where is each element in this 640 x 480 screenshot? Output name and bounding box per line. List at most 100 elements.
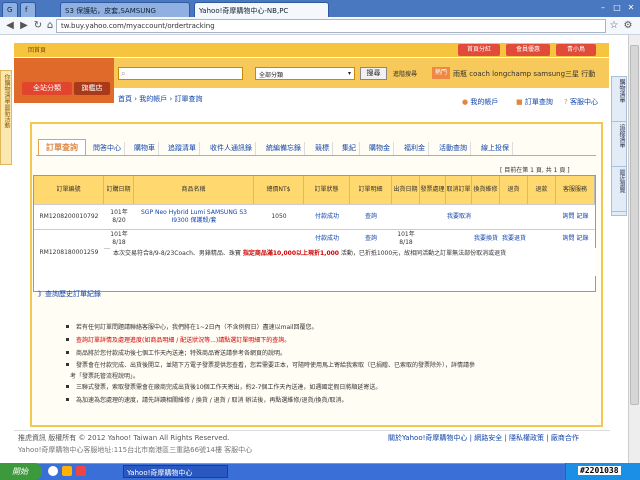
tab-label: S3 保護貼，皮套,SAMSUNG [65, 7, 156, 15]
row2-status[interactable]: 付款成功 [304, 230, 350, 248]
search-input[interactable]: ⌕ [118, 67, 243, 80]
hot-keywords[interactable]: 雨瓶 coach longchamp samsung三星 行動 [453, 69, 608, 79]
tab-order-query[interactable]: 訂單查詢 [38, 139, 86, 156]
chrome-icon[interactable] [48, 466, 58, 476]
taskbar [0, 463, 640, 480]
order-query-link[interactable]: ■ 訂單查詢 [516, 97, 553, 107]
right-side-panel: 購物清單 追蹤清單 最近瀏覽 [611, 76, 627, 216]
row2-exchange-link[interactable]: 我要換貨 [472, 230, 500, 248]
col-order-date: 訂購日期 [104, 176, 134, 204]
side-recent[interactable]: 最近瀏覽 [612, 167, 626, 212]
advanced-search-link[interactable]: 進階搜尋 [393, 69, 417, 78]
close-icon[interactable]: ✕ [624, 2, 638, 13]
row1-total: 1050 [271, 213, 287, 220]
maximize-icon[interactable]: □ [610, 2, 624, 13]
tab-label: f [25, 6, 28, 14]
col-total: 總價NT$ [254, 176, 304, 204]
order-query-label: 訂單查詢 [524, 98, 553, 106]
bonus-button[interactable]: 首頁分紅 [458, 44, 500, 56]
row2-service-links[interactable]: 詢問 記錄 [556, 230, 595, 248]
tab-welfare[interactable]: 福利金 [401, 142, 429, 155]
tab-s3-case[interactable]: S3 保護貼，皮套,SAMSUNG [60, 2, 190, 17]
bullet [66, 325, 69, 328]
row1-date: 101年8/20 [110, 209, 128, 224]
bullet [66, 398, 69, 401]
scrollbar-thumb[interactable] [630, 45, 639, 405]
row1-service-links[interactable]: 詢問 記錄 [556, 206, 595, 228]
tab-shopping-credit[interactable]: 購物金 [366, 142, 394, 155]
watermark: #2201038 [578, 466, 621, 475]
row1-product-link[interactable]: SGP Neo Hybrid Lumi SAMSUNG S3 I9300 保護殼… [134, 206, 254, 228]
tab-cart[interactable]: 購物車 [131, 142, 159, 155]
footer-divider [14, 430, 610, 431]
promo-suffix: ，故相同活動之訂單無法部份取消或退貨 [398, 250, 507, 257]
breadcrumb[interactable]: 首頁 › 我的帳戶 › 訂單查詢 [118, 94, 203, 104]
category-select[interactable]: 全部分類 ▾ [255, 67, 355, 80]
col-status: 訂單狀態 [304, 176, 350, 204]
flagship-button[interactable]: 旗艦店 [74, 82, 110, 95]
back-icon[interactable]: ◀ [4, 20, 16, 32]
home-icon[interactable]: ⌂ [44, 20, 56, 32]
note-4-cont[interactable]: 考「發票託管流程說明」。 [70, 371, 590, 380]
row2-order-no: RM1208180001259 [39, 249, 99, 256]
col-product: 商品名稱 [134, 176, 254, 204]
history-orders-link[interactable]: 》查詢歷史訂單紀錄 [38, 289, 101, 299]
tab-bid[interactable]: 競標 [312, 142, 333, 155]
tab-qa[interactable]: 問答中心 [90, 142, 125, 155]
promo-note: 本次交易符合8/9-8/23Coach、男錶精品、珠寶 指定商品滿10,000以… [110, 248, 596, 276]
bullet [66, 338, 69, 341]
bullet [66, 385, 69, 388]
row2-detail-link[interactable]: 查詢 [350, 230, 392, 248]
forward-icon[interactable]: ▶ [18, 20, 30, 32]
bluebird-button[interactable]: 青小鳥 [556, 44, 596, 56]
row2-return-link[interactable]: 我要退貨 [500, 230, 528, 248]
row1-status[interactable]: 付款成功 [304, 206, 350, 228]
tab-collect[interactable]: 集紀 [339, 142, 360, 155]
col-return: 退貨 [500, 176, 528, 204]
tab-facebook[interactable]: f [20, 2, 36, 17]
footer-links[interactable]: 關於Yahoo!奇摩購物中心 | 網路安全 | 隱私權政策 | 廠商合作 [388, 433, 579, 443]
row1-cancel-link[interactable]: 我要取消 [446, 206, 472, 228]
reload-icon[interactable]: ↻ [32, 20, 44, 32]
search-button[interactable]: 搜尋 [360, 67, 387, 80]
left-promo-panel[interactable]: 你購物清單最新活動 [0, 70, 12, 165]
side-track-list[interactable]: 追蹤清單 [612, 122, 626, 167]
bullet [66, 363, 69, 366]
taskbar-app-yahoo[interactable]: Yahoo!奇摩購物中心 [123, 465, 228, 478]
note-5: 三聯式發票，索取發票需會在廠商完成出貨後10個工作天寄出，約2-7個工作天內送達… [76, 384, 382, 391]
tab-tax-memo[interactable]: 統編備忘錄 [263, 142, 305, 155]
tab-tracking[interactable]: 追蹤清單 [165, 142, 200, 155]
promo-highlight: 指定商品滿10,000以上現折1,000 [242, 250, 339, 257]
minimize-icon[interactable]: – [596, 2, 610, 13]
tab-underline [36, 155, 596, 156]
note-6: 為加速為您處理的速度，請先詳讀相關維修 / 換貨 / 退貨 / 取消 辦法後，再… [76, 397, 348, 404]
tab-gmail[interactable]: G [2, 2, 18, 17]
tab-yahoo-shopping[interactable]: Yahoo!奇摩購物中心-NB,PC [194, 2, 329, 17]
folder-icon[interactable] [62, 466, 72, 476]
col-service: 客服服務 [556, 176, 595, 204]
promo-prefix: 本次交易符合8/9-8/23Coach、男錶精品、珠寶 [113, 250, 243, 257]
doc-icon: ■ [516, 98, 523, 106]
return-home-link[interactable]: 回首頁 [28, 45, 46, 54]
start-button[interactable]: 開始 [0, 463, 42, 480]
member-offer-button[interactable]: 會員優惠 [506, 44, 550, 56]
service-center-link[interactable]: ? 客服中心 [564, 97, 598, 107]
all-category-button[interactable]: 全站分類 [22, 82, 72, 95]
wrench-icon[interactable]: ⚙ [622, 20, 634, 32]
side-shopping-list[interactable]: 購物清單 [612, 77, 626, 122]
tab-label: Yahoo!奇摩購物中心-NB,PC [199, 7, 289, 15]
tab-insurance[interactable]: 線上投保 [478, 142, 513, 155]
note-2: 查詢訂單詳情及處理進度(如商品明細 / 配送狀況等...)請點選訂單明細下的查詢… [76, 337, 291, 344]
bullet [66, 351, 69, 354]
row2-date: 101年8/18 [110, 231, 128, 246]
page-scrollbar[interactable] [628, 35, 640, 463]
service-center-label: 客服中心 [569, 98, 598, 106]
col-detail: 訂單明細 [350, 176, 392, 204]
tab-activity[interactable]: 活動查詢 [436, 142, 471, 155]
row1-detail-link[interactable]: 查詢 [350, 206, 392, 228]
my-account-link[interactable]: ● 我的帳戶 [462, 97, 498, 107]
app-icon[interactable] [76, 466, 86, 476]
tab-address-book[interactable]: 收件人通訊錄 [207, 142, 256, 155]
address-bar[interactable]: tw.buy.yahoo.com/myaccount/ordertracking [56, 19, 606, 33]
star-icon[interactable]: ☆ [608, 20, 620, 32]
